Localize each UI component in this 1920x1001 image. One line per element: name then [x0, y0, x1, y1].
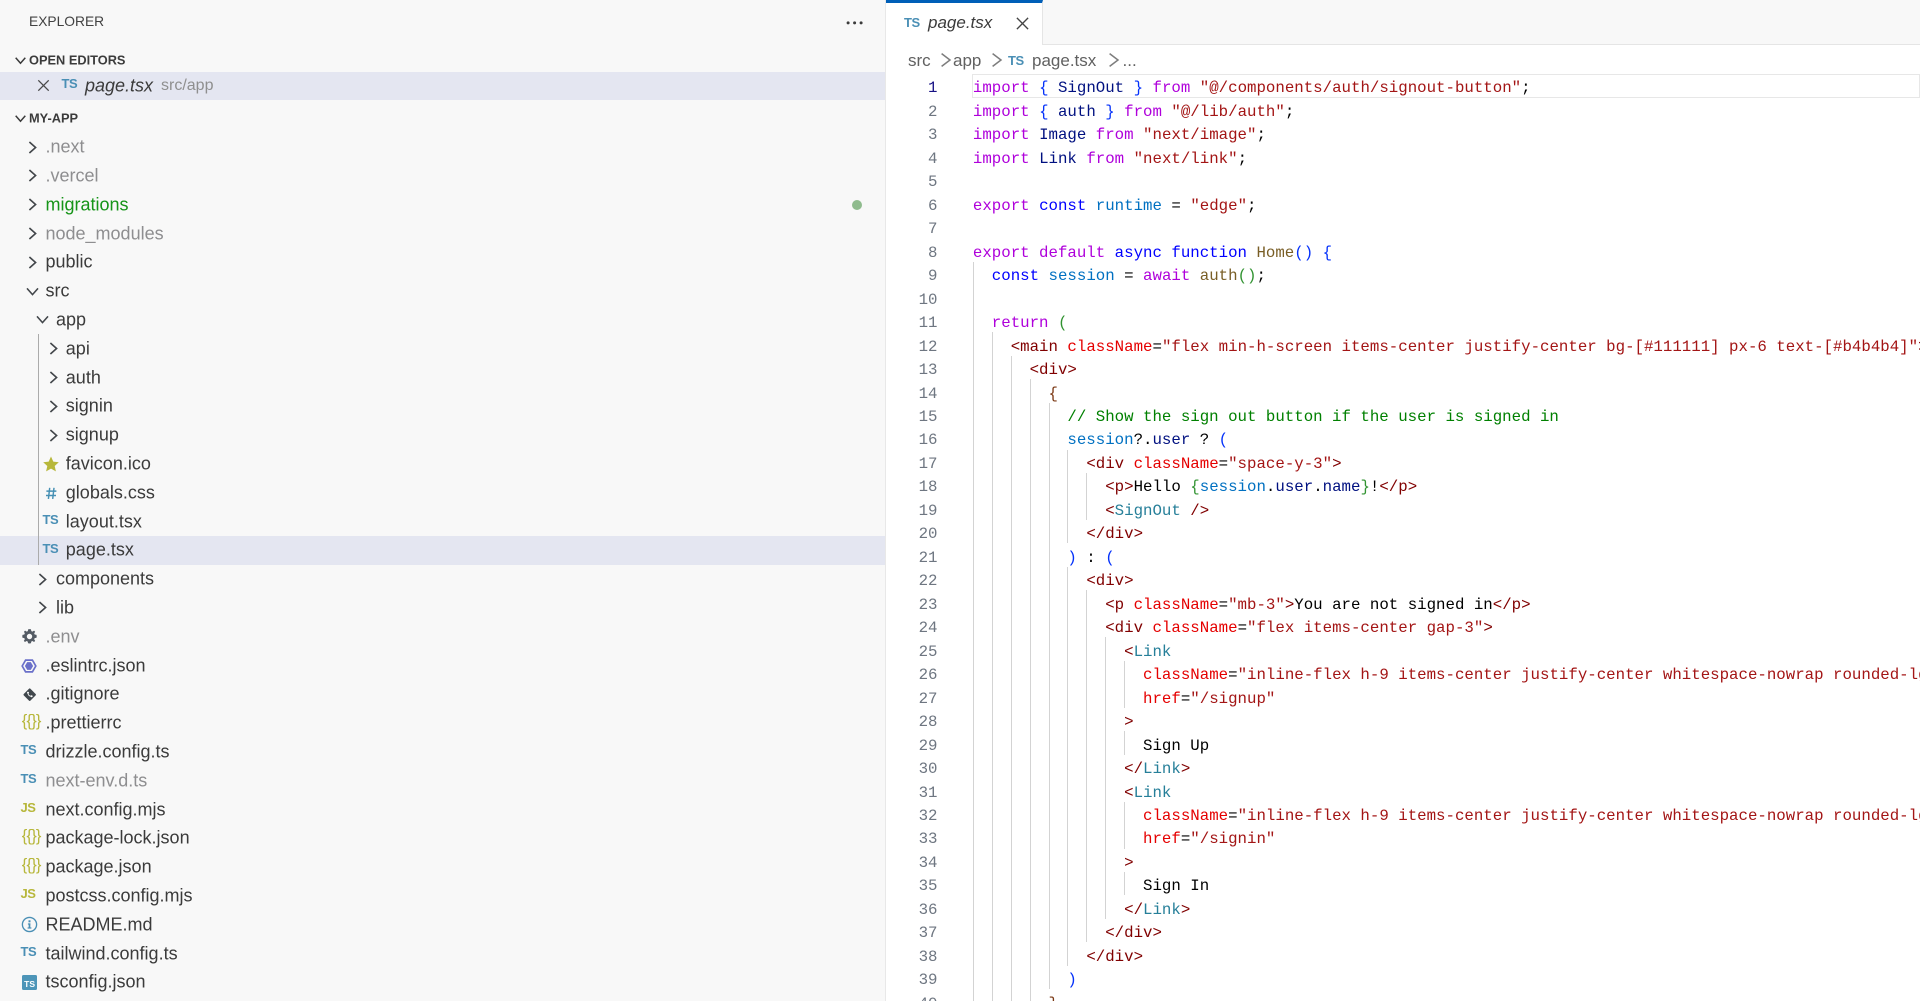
svg-text:TS: TS [24, 979, 35, 989]
